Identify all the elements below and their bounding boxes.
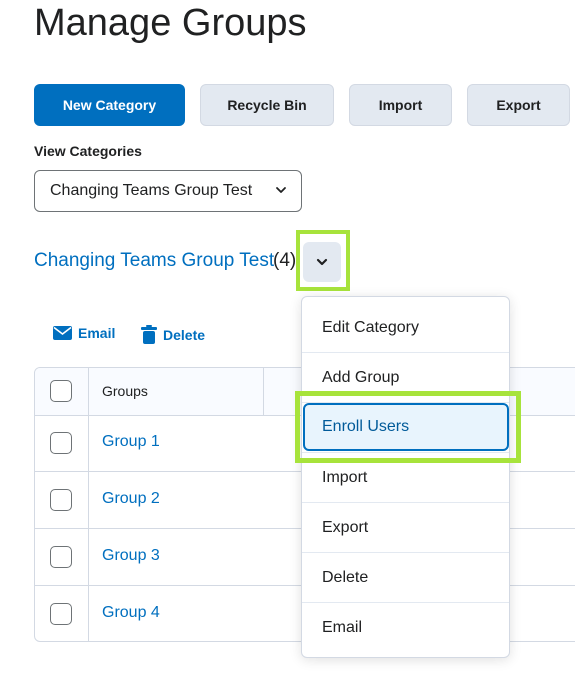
- group-link[interactable]: Group 1: [102, 433, 160, 451]
- email-action[interactable]: Email: [53, 325, 115, 341]
- category-count: (4): [273, 250, 297, 271]
- select-all-checkbox[interactable]: [50, 380, 72, 402]
- category-menu-button[interactable]: [303, 242, 341, 282]
- chevron-down-icon: [276, 187, 286, 193]
- row-checkbox[interactable]: [50, 603, 72, 625]
- groups-column-header: Groups: [102, 383, 148, 399]
- new-category-button[interactable]: New Category: [34, 84, 185, 126]
- delete-action[interactable]: Delete: [141, 325, 205, 344]
- recycle-bin-button[interactable]: Recycle Bin: [200, 84, 334, 126]
- category-dropdown-menu: Edit Category Add Group Import Export De…: [301, 296, 510, 658]
- menu-item-email[interactable]: Email: [302, 603, 509, 653]
- email-icon: [53, 326, 72, 340]
- delete-action-label: Delete: [163, 326, 206, 343]
- row-checkbox[interactable]: [50, 432, 72, 454]
- page-title: Manage Groups: [34, 2, 307, 44]
- view-categories-selected: Changing Teams Group Test: [50, 182, 253, 199]
- view-categories-select[interactable]: Changing Teams Group Test: [34, 170, 302, 212]
- menu-item-edit-category[interactable]: Edit Category: [302, 303, 509, 353]
- import-button[interactable]: Import: [349, 84, 452, 126]
- menu-item-enroll-users[interactable]: Enroll Users: [303, 403, 509, 451]
- export-button[interactable]: Export: [467, 84, 570, 126]
- row-checkbox[interactable]: [50, 489, 72, 511]
- column-divider: [263, 368, 264, 415]
- menu-item-export[interactable]: Export: [302, 503, 509, 553]
- view-categories-label: View Categories: [34, 143, 142, 159]
- group-link[interactable]: Group 3: [102, 547, 160, 565]
- trash-icon: [141, 325, 157, 344]
- group-link[interactable]: Group 2: [102, 490, 160, 508]
- group-link[interactable]: Group 4: [102, 604, 160, 622]
- row-checkbox[interactable]: [50, 546, 72, 568]
- category-link[interactable]: Changing Teams Group Test: [34, 250, 274, 272]
- menu-item-delete[interactable]: Delete: [302, 553, 509, 603]
- email-action-label: Email: [78, 325, 116, 341]
- chevron-down-icon: [316, 258, 328, 266]
